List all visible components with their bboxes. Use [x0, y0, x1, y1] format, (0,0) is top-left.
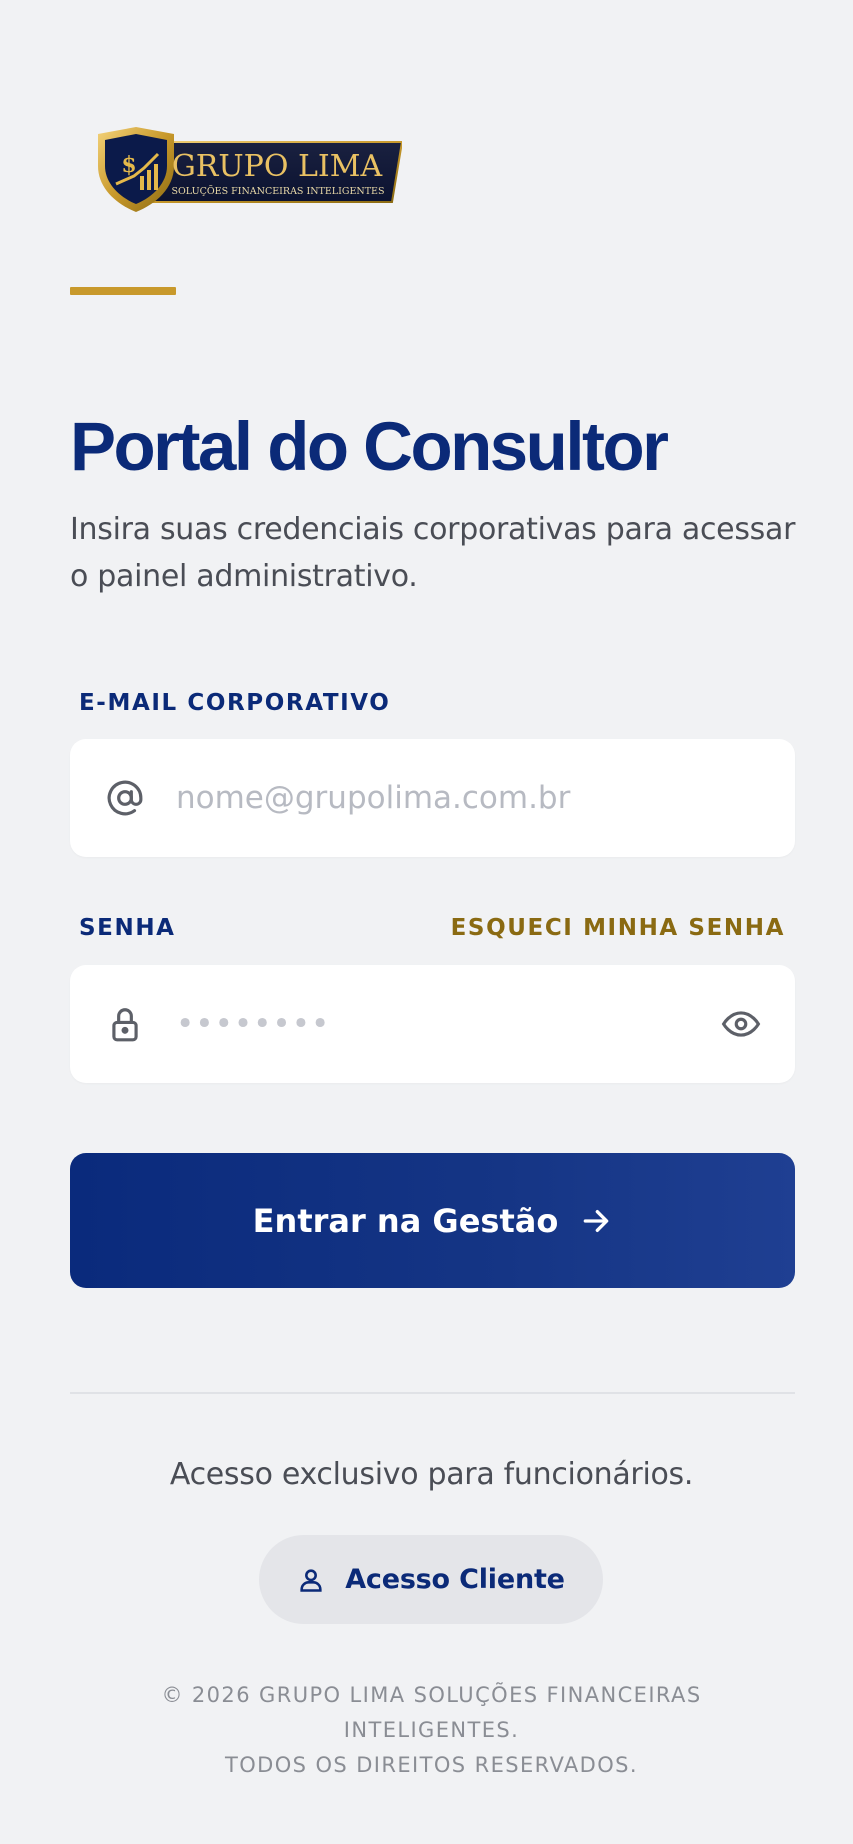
email-field-container: [70, 739, 795, 857]
page-subtitle: Insira suas credenciais corporativas par…: [70, 512, 796, 594]
at-icon: [106, 779, 144, 817]
email-label: E-MAIL CORPORATIVO: [79, 690, 391, 716]
client-access-button[interactable]: Acesso Cliente: [259, 1535, 603, 1624]
eye-icon[interactable]: [721, 1005, 761, 1043]
client-access-label: Acesso Cliente: [345, 1564, 565, 1595]
brand-logo: $ GRUPO LIMA SOLUÇÕES FINANCEIRAS INTELI…: [96, 124, 402, 214]
footer-copyright-line2: INTELIGENTES.: [343, 1718, 520, 1742]
page-title: Portal do Consultor: [70, 408, 669, 485]
footer-rights: TODOS OS DIREITOS RESERVADOS.: [225, 1753, 638, 1777]
password-input[interactable]: [176, 993, 736, 1055]
email-input[interactable]: [176, 767, 736, 829]
login-submit-button[interactable]: Entrar na Gestão: [70, 1153, 795, 1288]
section-divider: [70, 1392, 795, 1394]
gold-accent-bar: [70, 287, 176, 295]
user-icon: [297, 1566, 325, 1594]
footer-copyright-line1: © 2026 GRUPO LIMA SOLUÇÕES FINANCEIRAS: [161, 1683, 702, 1707]
forgot-password-link[interactable]: ESQUECI MINHA SENHA: [451, 915, 785, 941]
employee-only-notice: Acesso exclusivo para funcionários.: [169, 1457, 694, 1492]
lock-icon: [106, 1005, 144, 1043]
brand-tagline: SOLUÇÕES FINANCEIRAS INTELIGENTES: [172, 185, 385, 197]
password-field-container: [70, 965, 795, 1083]
submit-label: Entrar na Gestão: [252, 1201, 559, 1240]
brand-name: GRUPO LIMA: [172, 149, 383, 184]
arrow-right-icon: [580, 1205, 612, 1237]
password-label: SENHA: [79, 915, 176, 941]
